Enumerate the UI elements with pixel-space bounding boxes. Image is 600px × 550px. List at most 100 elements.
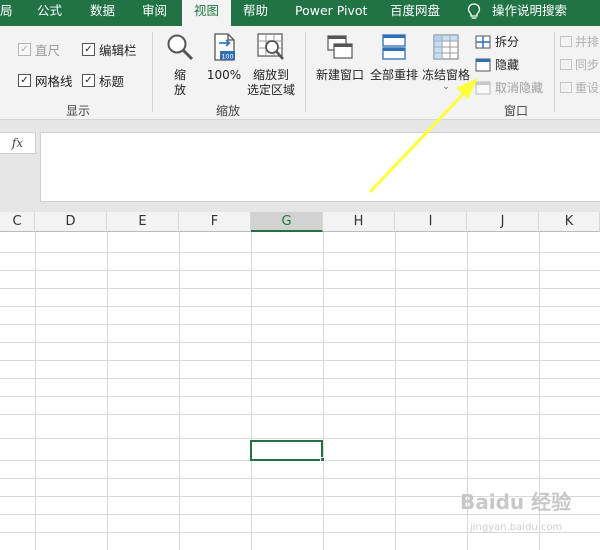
headings-checkbox[interactable]: ✓ 标题 (82, 71, 124, 90)
formula-input[interactable] (40, 132, 600, 202)
grid-column-line (323, 232, 324, 550)
ribbon-tab-bar: 局 公式 数据 审阅 视图 帮助 Power Pivot 百度网盘 操作说明搜索 (0, 0, 600, 26)
split-icon (475, 35, 491, 48)
reset-window-position-button: 重设 (560, 79, 599, 96)
freeze-panes-button[interactable]: 冻结窗格 ⌄ (420, 32, 472, 92)
unhide-button: 取消隐藏 (475, 79, 543, 96)
column-header-d[interactable]: D (35, 212, 107, 232)
synchronous-scrolling-button: 同步 (560, 56, 599, 73)
zoom-100-button[interactable]: 100 100% (204, 32, 244, 83)
baidu-watermark: Baidu 经验 (460, 490, 572, 514)
tab-review[interactable]: 审阅 (142, 0, 167, 26)
group-separator (152, 32, 153, 112)
lightbulb-icon (467, 3, 481, 19)
arrange-all-label: 全部重排 (369, 68, 418, 82)
freeze-panes-label: 冻结窗格 (421, 68, 470, 82)
tab-formulas[interactable]: 公式 (37, 0, 62, 26)
active-cell-selection[interactable] (250, 440, 323, 461)
tab-view[interactable]: 视图 (182, 0, 232, 26)
column-header-i[interactable]: I (395, 212, 467, 232)
grid-column-line (395, 232, 396, 550)
zoom-100-badge-text: 100 (221, 53, 233, 61)
grid-row-line (0, 414, 600, 415)
column-header-f[interactable]: F (179, 212, 251, 232)
zoom-button[interactable]: 缩 放 (162, 32, 198, 98)
group-separator (554, 32, 555, 112)
sync-scroll-label: 同步 (575, 58, 600, 72)
column-header-g[interactable]: G (251, 212, 323, 232)
checkbox-check-icon: ✓ (18, 74, 31, 87)
tab-baidu-netdisk[interactable]: 百度网盘 (390, 0, 440, 26)
split-label: 拆分 (495, 35, 520, 49)
fill-handle[interactable] (320, 457, 325, 462)
checkbox-check-icon: ✓ (18, 43, 31, 56)
formula-bar-area: fx (0, 120, 600, 212)
arrange-all-button[interactable]: 全部重排 (367, 32, 421, 83)
grid-row-line (0, 478, 600, 479)
grid-row-line (0, 306, 600, 307)
formula-bar-checkbox[interactable]: ✓ 编辑栏 (82, 40, 137, 59)
tell-me-search[interactable]: 操作说明搜索 (492, 0, 567, 26)
new-window-icon (327, 35, 353, 59)
grid-row-line (0, 360, 600, 361)
ruler-checkbox: ✓ 直尺 (18, 40, 60, 59)
grid-row-line (0, 252, 600, 253)
magnifier-icon (167, 34, 194, 61)
grid-row-line (0, 288, 600, 289)
freeze-panes-icon (433, 34, 459, 60)
tab-help[interactable]: 帮助 (243, 0, 268, 26)
grid-column-line (107, 232, 108, 550)
grid-row-line (0, 378, 600, 379)
view-side-by-side-label: 并排 (575, 35, 600, 49)
gridlines-checkbox[interactable]: ✓ 网格线 (18, 71, 73, 90)
side-by-side-icon (560, 36, 572, 47)
checkbox-check-icon: ✓ (82, 74, 95, 87)
chevron-down-icon: ⌄ (442, 82, 450, 92)
new-window-button[interactable]: 新建窗口 (313, 32, 367, 83)
reset-position-icon (560, 82, 572, 93)
grid-column-line (35, 232, 36, 550)
grid-row-line (0, 396, 600, 397)
unhide-window-icon (475, 81, 491, 94)
checkbox-check-icon: ✓ (82, 43, 95, 56)
column-header-e[interactable]: E (107, 212, 179, 232)
unhide-label: 取消隐藏 (495, 81, 544, 95)
group-label-show: 显示 (66, 104, 91, 118)
new-window-label: 新建窗口 (315, 68, 364, 82)
column-header-k[interactable]: K (539, 212, 600, 232)
grid-row-line (0, 270, 600, 271)
zoom-label: 缩 放 (173, 68, 186, 97)
hide-label: 隐藏 (495, 58, 520, 72)
tab-power-pivot[interactable]: Power Pivot (295, 0, 367, 26)
group-label-window: 窗口 (504, 104, 529, 118)
headings-label: 标题 (99, 74, 125, 89)
zoom-to-selection-icon (257, 33, 284, 60)
grid-column-line (179, 232, 180, 550)
zoom-to-selection-button[interactable]: 缩放到 选定区域 (245, 32, 297, 98)
tab-data[interactable]: 数据 (90, 0, 115, 26)
hide-button[interactable]: 隐藏 (475, 56, 519, 73)
group-label-zoom: 缩放 (216, 104, 241, 118)
zoom-100-icon: 100 (214, 33, 235, 61)
zoom-to-selection-label: 缩放到 选定区域 (246, 68, 295, 97)
view-side-by-side-button: 并排 (560, 33, 599, 50)
group-separator (305, 32, 306, 112)
sync-scroll-icon (560, 59, 572, 70)
split-button[interactable]: 拆分 (475, 33, 519, 50)
grid-column-line (251, 232, 252, 550)
ruler-label: 直尺 (35, 43, 61, 58)
gridlines-label: 网格线 (35, 74, 73, 89)
grid-row-line (0, 342, 600, 343)
ribbon-view: ✓ 直尺 ✓ 编辑栏 ✓ 网格线 ✓ 标题 显示 缩 放 100 100% 缩放… (0, 26, 600, 120)
reset-position-label: 重设 (575, 81, 600, 95)
zoom-100-label: 100% (206, 68, 242, 82)
formula-bar-label: 编辑栏 (99, 43, 137, 58)
column-header-c[interactable]: C (0, 212, 35, 232)
grid-row-line (0, 438, 600, 439)
insert-function-button[interactable]: fx (0, 132, 36, 154)
column-header-j[interactable]: J (467, 212, 539, 232)
watermark-url: jingyan.baidu.com (470, 522, 563, 533)
tab-page-layout[interactable]: 局 (0, 0, 13, 26)
arrange-all-icon (382, 34, 406, 60)
column-header-h[interactable]: H (323, 212, 395, 232)
